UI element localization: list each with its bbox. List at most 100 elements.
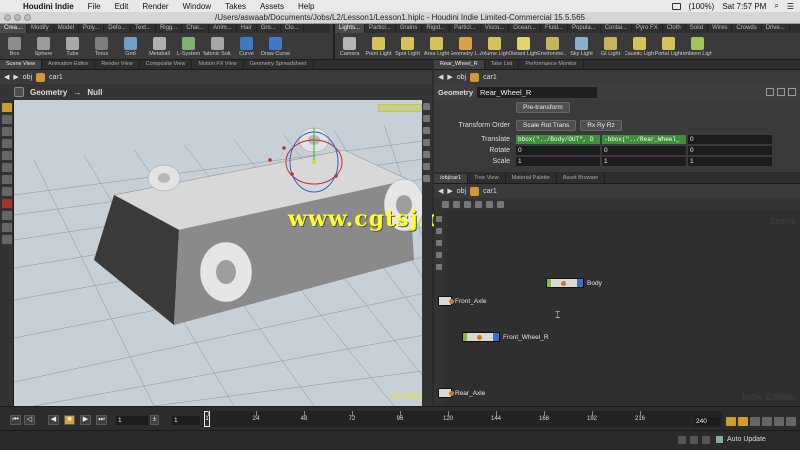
shelf-tab-modify[interactable]: Modify: [27, 24, 54, 33]
tab-render-view[interactable]: Render View: [95, 60, 140, 69]
shelf-tab-wires[interactable]: Wires: [708, 24, 733, 33]
end-frame-field[interactable]: 240: [694, 417, 720, 426]
shelf-tool-caustic-light[interactable]: Caustic Light: [625, 36, 654, 57]
shelf-tool-box[interactable]: Box: [0, 36, 29, 57]
loop-icon[interactable]: [762, 417, 772, 426]
shelf-tab-crea[interactable]: Crea...: [0, 24, 28, 33]
battery-icon[interactable]: [671, 2, 681, 10]
path-car1[interactable]: car1: [49, 74, 63, 81]
shelf-tool-ambient-light[interactable]: Ambient Light: [683, 36, 712, 57]
shelf-tool-volume-light[interactable]: Volume Light: [480, 36, 509, 57]
forward-arrow-icon[interactable]: ▶: [447, 73, 452, 81]
back-arrow-icon[interactable]: ◀: [438, 187, 443, 195]
view-icon[interactable]: [486, 200, 493, 208]
shelf-tab-rigid[interactable]: Rigid...: [422, 24, 451, 33]
tab-motion-fx-view[interactable]: Motion FX View: [192, 60, 244, 69]
shelf-tab-particl[interactable]: Particl...: [365, 24, 396, 33]
rotate-y-field[interactable]: 0: [602, 145, 686, 155]
layout-icon[interactable]: [436, 264, 442, 270]
node-front-wheel-r-tile[interactable]: [462, 332, 500, 342]
render-region-icon[interactable]: [2, 235, 12, 244]
shelf-tool-environme[interactable]: Environme...: [538, 36, 567, 57]
pose-tool-icon[interactable]: [2, 163, 12, 172]
menu-takes[interactable]: Takes: [218, 2, 253, 11]
rotate-tool-icon[interactable]: [2, 127, 12, 136]
rotate-order-select[interactable]: Rx Ry Rz: [580, 119, 622, 131]
shelf-tab-grains[interactable]: Grains: [396, 24, 423, 33]
scale-x-field[interactable]: 1: [516, 156, 600, 166]
forward-arrow-icon[interactable]: ▶: [13, 73, 18, 81]
grid-snap-icon[interactable]: [2, 211, 12, 220]
translate-y-field[interactable]: -bbox("../Rear_Wheel_: [602, 134, 686, 144]
rotate-z-field[interactable]: 0: [688, 145, 772, 155]
auto-update-menu[interactable]: Auto Update: [716, 436, 766, 443]
frame-stepper[interactable]: ±: [150, 415, 159, 425]
camera-menu[interactable]: persp1 no cam.: [377, 104, 425, 112]
box-icon[interactable]: [436, 240, 442, 246]
shelf-tool-l-system[interactable]: L-System: [174, 36, 203, 57]
start-frame-field[interactable]: 1: [172, 416, 200, 425]
grid-icon[interactable]: [464, 200, 471, 208]
back-arrow-icon[interactable]: ◀: [4, 73, 9, 81]
tab-composite-view[interactable]: Composite View: [140, 60, 193, 69]
tab-animation-editor[interactable]: Animation Editor: [42, 60, 96, 69]
jump-end-button[interactable]: ⏭: [96, 415, 107, 425]
shelf-tab-hair[interactable]: Hair: [237, 24, 257, 33]
ghost-icon[interactable]: [423, 163, 430, 170]
shelf-tab-clo[interactable]: Clo...: [281, 24, 304, 33]
help-icon[interactable]: [777, 88, 785, 96]
snap-tool-icon[interactable]: [2, 187, 12, 196]
shelf-tab-ocean[interactable]: Ocean...: [509, 24, 541, 33]
node-body-tile[interactable]: [546, 278, 584, 288]
flag-icon[interactable]: [475, 200, 482, 208]
shelf-tab-defo[interactable]: Defo...: [104, 24, 131, 33]
tab-asset-browser[interactable]: Asset Browser: [557, 174, 606, 183]
realtime-icon[interactable]: [750, 417, 760, 426]
timeline-ruler[interactable]: 1 24 48 72 96 120 144 168 192 216: [202, 411, 722, 427]
search-icon[interactable]: ⌕: [774, 1, 778, 11]
shelf-tool-point-light[interactable]: Point Light: [364, 36, 393, 57]
play-reverse-button[interactable]: ◀: [48, 415, 59, 425]
ops-label[interactable]: Geometry: [30, 88, 67, 97]
key-icon[interactable]: [726, 417, 736, 426]
node-name-field[interactable]: Rear_Wheel_R: [477, 86, 598, 98]
shelf-tool-spot-light[interactable]: Spot Light: [393, 36, 422, 57]
shelf-tab-cloth[interactable]: Cloth: [663, 24, 686, 33]
backface-icon[interactable]: [423, 175, 430, 182]
tab-material-palette[interactable]: Material Palette: [506, 174, 557, 183]
shelf-tool-curve[interactable]: Curve: [232, 36, 261, 57]
select-tool-icon[interactable]: [2, 103, 12, 112]
shelf-tab-solid[interactable]: Solid: [686, 24, 709, 33]
close-window-button[interactable]: [4, 14, 11, 21]
shelf-tab-gro[interactable]: Gro...: [257, 24, 281, 33]
pin-icon[interactable]: [14, 87, 24, 97]
scale-tool-icon[interactable]: [2, 139, 12, 148]
tab-parameters[interactable]: Rear_Wheel_R: [434, 60, 485, 69]
back-arrow-icon[interactable]: ◀: [438, 73, 443, 81]
scale-y-field[interactable]: 1: [602, 156, 686, 166]
menu-edit[interactable]: Edit: [108, 2, 136, 11]
node-front-wheel-r[interactable]: Front_Wheel_R: [462, 332, 549, 342]
node-rear-axle[interactable]: Rear_Axle: [438, 388, 485, 398]
shelf-tab-model[interactable]: Model: [54, 24, 80, 33]
clock[interactable]: Sat 7:57 PM: [722, 2, 766, 11]
shelf-tab-particl[interactable]: Particl...: [450, 24, 481, 33]
menu-file[interactable]: File: [81, 2, 108, 11]
shelf-tool-draw-curve[interactable]: Draw Curve: [261, 36, 290, 57]
translate-x-field[interactable]: bbox("../Body/OUT", D: [516, 134, 600, 144]
menu-window[interactable]: Window: [176, 2, 218, 11]
ops-mode[interactable]: Null: [87, 88, 102, 97]
tab-take-list[interactable]: Take List: [485, 60, 520, 69]
menu-help[interactable]: Help: [291, 2, 321, 11]
key-status-icon[interactable]: [678, 436, 686, 444]
shelf-tab-crowds[interactable]: Crowds: [732, 24, 762, 33]
snapshot-icon[interactable]: [423, 151, 430, 158]
shelf-tool-metaball[interactable]: Metaball: [145, 36, 174, 57]
3d-viewport[interactable]: persp1 no cam. Indie Edition: [14, 100, 430, 406]
magnet-icon[interactable]: [2, 199, 12, 208]
shelf-tool-tube[interactable]: Tube: [58, 36, 87, 57]
step-back-key-button[interactable]: ◁: [24, 415, 35, 425]
translate-z-field[interactable]: 0: [688, 134, 772, 144]
shelf-tab-visco[interactable]: Visco...: [481, 24, 510, 33]
shelf-tab-fluid[interactable]: Fluid...: [541, 24, 568, 33]
